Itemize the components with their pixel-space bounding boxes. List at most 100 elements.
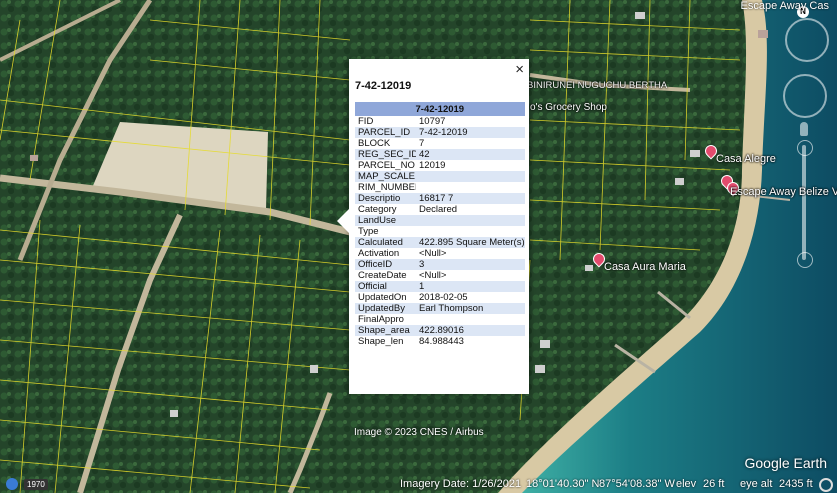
place-label-casa-alegre[interactable]: Casa Alegre [716, 153, 776, 165]
attribute-value [416, 171, 525, 182]
attribute-field: FID [358, 116, 374, 127]
balloon-pointer [337, 209, 349, 233]
attribute-value [416, 314, 525, 325]
attribute-row: FinalAppro [355, 314, 525, 325]
balloon-title: 7-42-12019 [355, 80, 412, 92]
attribute-value: 422.895 Square Meter(s) [416, 237, 525, 248]
attribute-row: Shape_len 84.988443 [355, 336, 525, 347]
attribute-value: 2018-02-05 [419, 292, 468, 303]
attribute-row: OfficeID 3 [355, 259, 525, 270]
attribute-row: MAP_SCALE [355, 171, 525, 182]
attribute-row: REG_SEC_ID 42 [355, 149, 525, 160]
attribute-row: Shape_area 422.89016 [355, 325, 525, 336]
attribute-row: Category Declared [355, 204, 525, 215]
attribute-field: Shape_area [355, 325, 416, 336]
building [540, 340, 550, 348]
attribute-row: FID 10797 [355, 116, 525, 127]
attribute-row: LandUse [355, 215, 525, 226]
attribute-row: Descriptio 16817 7 [355, 193, 525, 204]
close-icon[interactable]: × [515, 61, 524, 78]
attribute-field: RIM_NUMBER [358, 182, 416, 193]
attribute-field: Descriptio [355, 193, 416, 204]
attribute-row: UpdatedBy Earl Thompson [355, 303, 525, 314]
zoom-in-icon[interactable] [797, 140, 813, 156]
attribute-row: BLOCK 7 [355, 138, 525, 149]
attribute-row: Official 1 [355, 281, 525, 292]
attribute-field: Category [358, 204, 397, 215]
attribute-value: 3 [416, 259, 525, 270]
latitude-readout: 18°01'40.30" N [526, 478, 600, 490]
building [170, 410, 178, 417]
building [635, 12, 645, 19]
attribute-table: 7-42-12019 FID 10797 PARCEL_ID 7-42-12019 BL… [355, 102, 525, 347]
building [690, 150, 700, 157]
attribute-value: 7-42-12019 [416, 127, 525, 138]
attribute-value [416, 226, 525, 237]
elevation-label: elev [676, 478, 697, 490]
imagery-copyright: Image © 2023 CNES / Airbus [354, 427, 484, 438]
elevation-value: 26 ft [703, 478, 725, 490]
attribute-row: Calculated 422.895 Square Meter(s) [355, 237, 525, 248]
building [675, 178, 684, 185]
status-bar: 1970 Imagery Date: 1/26/2021 18°01'40.30… [0, 475, 837, 493]
attribute-row: Activation <Null> [355, 248, 525, 259]
attribute-value: 1 [416, 281, 525, 292]
building [585, 265, 593, 271]
building [758, 30, 768, 38]
attribute-field: CreateDate [358, 270, 407, 281]
attribute-field: OfficeID [355, 259, 416, 270]
attribute-field: MAP_SCALE [355, 171, 416, 182]
attribute-field: BLOCK [358, 138, 391, 149]
historical-imagery-year[interactable]: 1970 [24, 479, 48, 490]
move-joystick[interactable] [783, 74, 827, 118]
attribute-field: FinalAppro [358, 314, 404, 325]
road-label: BINIRUNEI NUGUCHU BERTHA [527, 80, 668, 91]
streaming-indicator-icon [819, 478, 833, 492]
attribute-value [416, 215, 525, 226]
attribute-value: 42 [416, 149, 525, 160]
attribute-value: <Null> [419, 248, 447, 259]
eye-altitude-label: eye alt [740, 478, 773, 490]
google-earth-logo: Google Earth [744, 455, 828, 471]
attribute-field: PARCEL_NO [358, 160, 415, 171]
place-label-grocery-shop[interactable]: o's Grocery Shop [530, 102, 607, 113]
google-earth-view[interactable]: N Escape Away Cas BINIRUNEI NUGUCHU BERT… [0, 0, 837, 493]
attribute-row: RIM_NUMBER [355, 182, 525, 193]
building [310, 365, 318, 373]
attribute-field: Type [358, 226, 379, 237]
attribute-value: 422.89016 [416, 325, 525, 336]
attribute-value: Earl Thompson [416, 303, 525, 314]
attribute-field: Calculated [355, 237, 416, 248]
attribute-field: Activation [358, 248, 400, 259]
place-label-escape-away-top[interactable]: Escape Away Cas [741, 0, 829, 12]
place-label-casa-aura-maria[interactable]: Casa Aura Maria [604, 261, 686, 273]
attribute-field: UpdatedBy [355, 303, 416, 314]
attribute-row: UpdatedOn 2018-02-05 [355, 292, 525, 303]
look-joystick[interactable] [785, 18, 829, 62]
attribute-row: PARCEL_NO 12019 [355, 160, 525, 171]
zoom-slider[interactable] [802, 145, 806, 260]
attribute-value: 7 [419, 138, 425, 149]
attribute-table-header: 7-42-12019 [355, 102, 525, 116]
attribute-field: Shape_len [358, 336, 404, 347]
zoom-out-icon[interactable] [797, 252, 813, 268]
attribute-row: Type [355, 226, 525, 237]
attribute-field: LandUse [355, 215, 416, 226]
attribute-row: CreateDate <Null> [355, 270, 525, 281]
attribute-value: 16817 7 [416, 193, 525, 204]
attribute-value: Declared [419, 204, 458, 215]
attribute-field: Official [355, 281, 416, 292]
app-icon [6, 478, 18, 490]
imagery-date: Imagery Date: 1/26/2021 [400, 478, 522, 490]
attribute-row: PARCEL_ID 7-42-12019 [355, 127, 525, 138]
street-view-pegman-icon[interactable] [800, 122, 808, 136]
attribute-value: 84.988443 [419, 336, 464, 347]
attribute-value [416, 182, 525, 193]
longitude-readout: 87°54'08.38" W [599, 478, 675, 490]
attribute-field: REG_SEC_ID [355, 149, 416, 160]
place-label-escape-away-belize[interactable]: Escape Away Belize VR [730, 186, 837, 198]
attribute-value: 10797 [419, 116, 446, 127]
eye-altitude-value: 2435 ft [779, 478, 813, 490]
building [535, 365, 545, 373]
building [30, 155, 38, 161]
